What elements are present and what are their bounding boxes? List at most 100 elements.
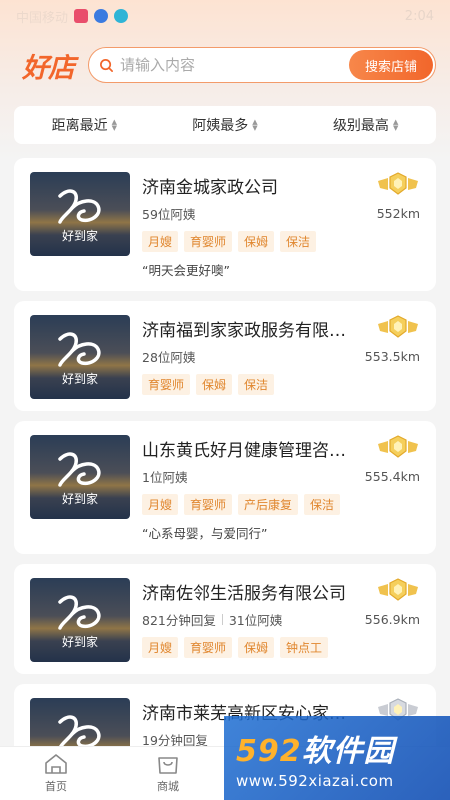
service-tag: 产后康复 [238, 494, 299, 515]
service-tags: 月嫂 育婴师 保姆 钟点工 [142, 637, 420, 658]
meta-row: 821分钟回复 31位阿姨 556.9km [142, 610, 420, 629]
reply-time: 821分钟回复 [142, 613, 216, 628]
aunt-count: 59位阿姨 [142, 207, 196, 222]
meta-divider [221, 614, 223, 625]
brand-logo-icon [58, 595, 101, 630]
store-name: 山东黄氏好月健康管理咨… [142, 440, 346, 461]
level-badge-icon [378, 172, 418, 195]
service-tag: 保姆 [238, 637, 275, 658]
service-tag: 保洁 [280, 231, 317, 252]
store-card[interactable]: 好到家 济南福到家家政服务有限… 28位阿姨 553.5km 育婴师 保姆 保洁 [14, 301, 436, 411]
store-thumbnail: 好到家 [30, 578, 130, 662]
filter-distance[interactable]: 距离最近 ▲ ▼ [52, 115, 117, 135]
search-icon [100, 58, 113, 72]
store-info: 山东黄氏好月健康管理咨… 1位阿姨 555.4km 月嫂 育婴师 产后康复 保洁 “心… [142, 435, 420, 542]
watermark-number: 592 [236, 734, 302, 769]
name-row: 济南福到家家政服务有限… [142, 315, 420, 341]
filter-level[interactable]: 级别最高 ▲ ▼ [333, 115, 398, 135]
filter-label: 距离最近 [51, 118, 108, 134]
status-bar: 中国移动 2:04 [0, 0, 450, 32]
filter-aunt-count[interactable]: 阿姨最多 ▲ ▼ [192, 115, 257, 135]
store-list: 好到家 济南金城家政公司 59位阿姨 552km 月嫂 育婴师 保姆 保洁 “明… [14, 158, 436, 800]
name-row: 济南佐邻生活服务有限公司 [142, 578, 420, 604]
service-tag: 育婴师 [184, 637, 233, 658]
aunt-count: 1位阿姨 [142, 470, 188, 485]
brand-logo-icon [58, 332, 101, 367]
aunt-count: 28位阿姨 [142, 350, 196, 365]
sort-arrows-icon: ▲ ▼ [111, 118, 118, 132]
service-tag: 月嫂 [142, 637, 179, 658]
store-info: 济南佐邻生活服务有限公司 821分钟回复 31位阿姨 556.9km 月嫂 育婴师… [142, 578, 420, 662]
service-tag: 月嫂 [142, 231, 179, 252]
home-icon [45, 754, 67, 774]
thumbnail-caption: 好到家 [61, 229, 98, 243]
service-tags: 月嫂 育婴师 保姆 保洁 [142, 231, 420, 252]
service-tag: 育婴师 [184, 231, 233, 252]
sort-arrows-icon: ▲ ▼ [252, 118, 258, 132]
distance: 552km [376, 206, 420, 221]
shop-bag-icon [158, 757, 178, 774]
sort-arrows-icon: ▲ ▼ [392, 118, 399, 132]
app-notify-icon [74, 9, 89, 23]
service-tag: 保洁 [304, 494, 341, 515]
carrier-text: 中国移动 [16, 10, 69, 26]
store-name: 济南福到家家政服务有限… [142, 320, 346, 341]
meta-left: 1位阿姨 [142, 467, 187, 486]
thumbnail-caption: 好到家 [61, 635, 98, 649]
store-info: 济南福到家家政服务有限… 28位阿姨 553.5km 育婴师 保姆 保洁 [142, 315, 420, 399]
meta-left: 821分钟回复 31位阿姨 [142, 610, 282, 629]
brand-logo-icon [58, 452, 101, 487]
meta-left: 28位阿姨 [142, 347, 195, 366]
service-tag: 育婴师 [184, 494, 233, 515]
tab-mall[interactable]: 商城 [112, 753, 224, 794]
status-left: 中国移动 [16, 7, 129, 26]
level-badge-icon [378, 315, 418, 338]
search-box[interactable]: 搜索店铺 [88, 47, 436, 83]
search-store-button[interactable]: 搜索店铺 [348, 50, 433, 80]
name-row: 济南金城家政公司 [142, 172, 420, 198]
name-row: 山东黄氏好月健康管理咨… [142, 435, 420, 461]
filter-label: 阿姨最多 [192, 118, 249, 134]
store-name: 济南佐邻生活服务有限公司 [142, 583, 346, 604]
store-thumbnail: 好到家 [30, 172, 130, 256]
app-notify-icon [114, 9, 129, 23]
store-card[interactable]: 好到家 济南金城家政公司 59位阿姨 552km 月嫂 育婴师 保姆 保洁 “明… [14, 158, 436, 291]
store-thumbnail: 好到家 [30, 315, 130, 399]
watermark-text: 软件园 [301, 734, 395, 769]
distance: 553.5km [364, 349, 420, 364]
thumbnail-caption: 好到家 [61, 372, 98, 386]
app-logo: 好店 [22, 52, 75, 84]
service-tag: 钟点工 [280, 637, 329, 658]
store-slogan: “心系母婴，与爱同行” [142, 526, 268, 541]
service-tag: 育婴师 [142, 374, 191, 395]
store-thumbnail: 好到家 [30, 435, 130, 519]
service-tags: 月嫂 育婴师 产后康复 保洁 [142, 494, 420, 515]
tab-label: 商城 [157, 780, 179, 793]
aunt-count: 31位阿姨 [228, 613, 283, 628]
watermark-title: 592软件园 [236, 726, 450, 770]
meta-row: 28位阿姨 553.5km [142, 347, 420, 366]
filter-bar: 距离最近 ▲ ▼ 阿姨最多 ▲ ▼ 级别最高 ▲ ▼ [14, 106, 436, 144]
status-right: 2:04 [405, 9, 434, 24]
tab-home[interactable]: 首页 [0, 753, 112, 794]
search-input[interactable] [120, 56, 349, 74]
meta-left: 59位阿姨 [142, 204, 195, 223]
distance: 555.4km [364, 469, 420, 484]
store-slogan: “明天会更好噢” [142, 263, 230, 278]
service-tags: 育婴师 保姆 保洁 [142, 374, 420, 395]
site-watermark: 592软件园 www.592xiazai.com [224, 716, 450, 800]
store-card[interactable]: 好到家 济南佐邻生活服务有限公司 821分钟回复 31位阿姨 556.9km 月 [14, 564, 436, 674]
distance: 556.9km [364, 612, 420, 627]
level-badge-icon [378, 578, 418, 601]
store-card[interactable]: 好到家 山东黄氏好月健康管理咨… 1位阿姨 555.4km 月嫂 育婴师 产后康复 [14, 421, 436, 554]
watermark-url: www.592xiazai.com [236, 772, 394, 790]
service-tag: 保姆 [238, 231, 275, 252]
filter-label: 级别最高 [332, 118, 389, 134]
header: 好店 搜索店铺 [0, 32, 450, 98]
brand-logo-icon [58, 189, 101, 224]
service-tag: 保姆 [196, 374, 233, 395]
service-tag: 月嫂 [142, 494, 179, 515]
meta-row: 1位阿姨 555.4km [142, 467, 420, 486]
store-info: 济南金城家政公司 59位阿姨 552km 月嫂 育婴师 保姆 保洁 “明天会更好噢” [142, 172, 420, 279]
app-notify-icon [94, 9, 109, 23]
